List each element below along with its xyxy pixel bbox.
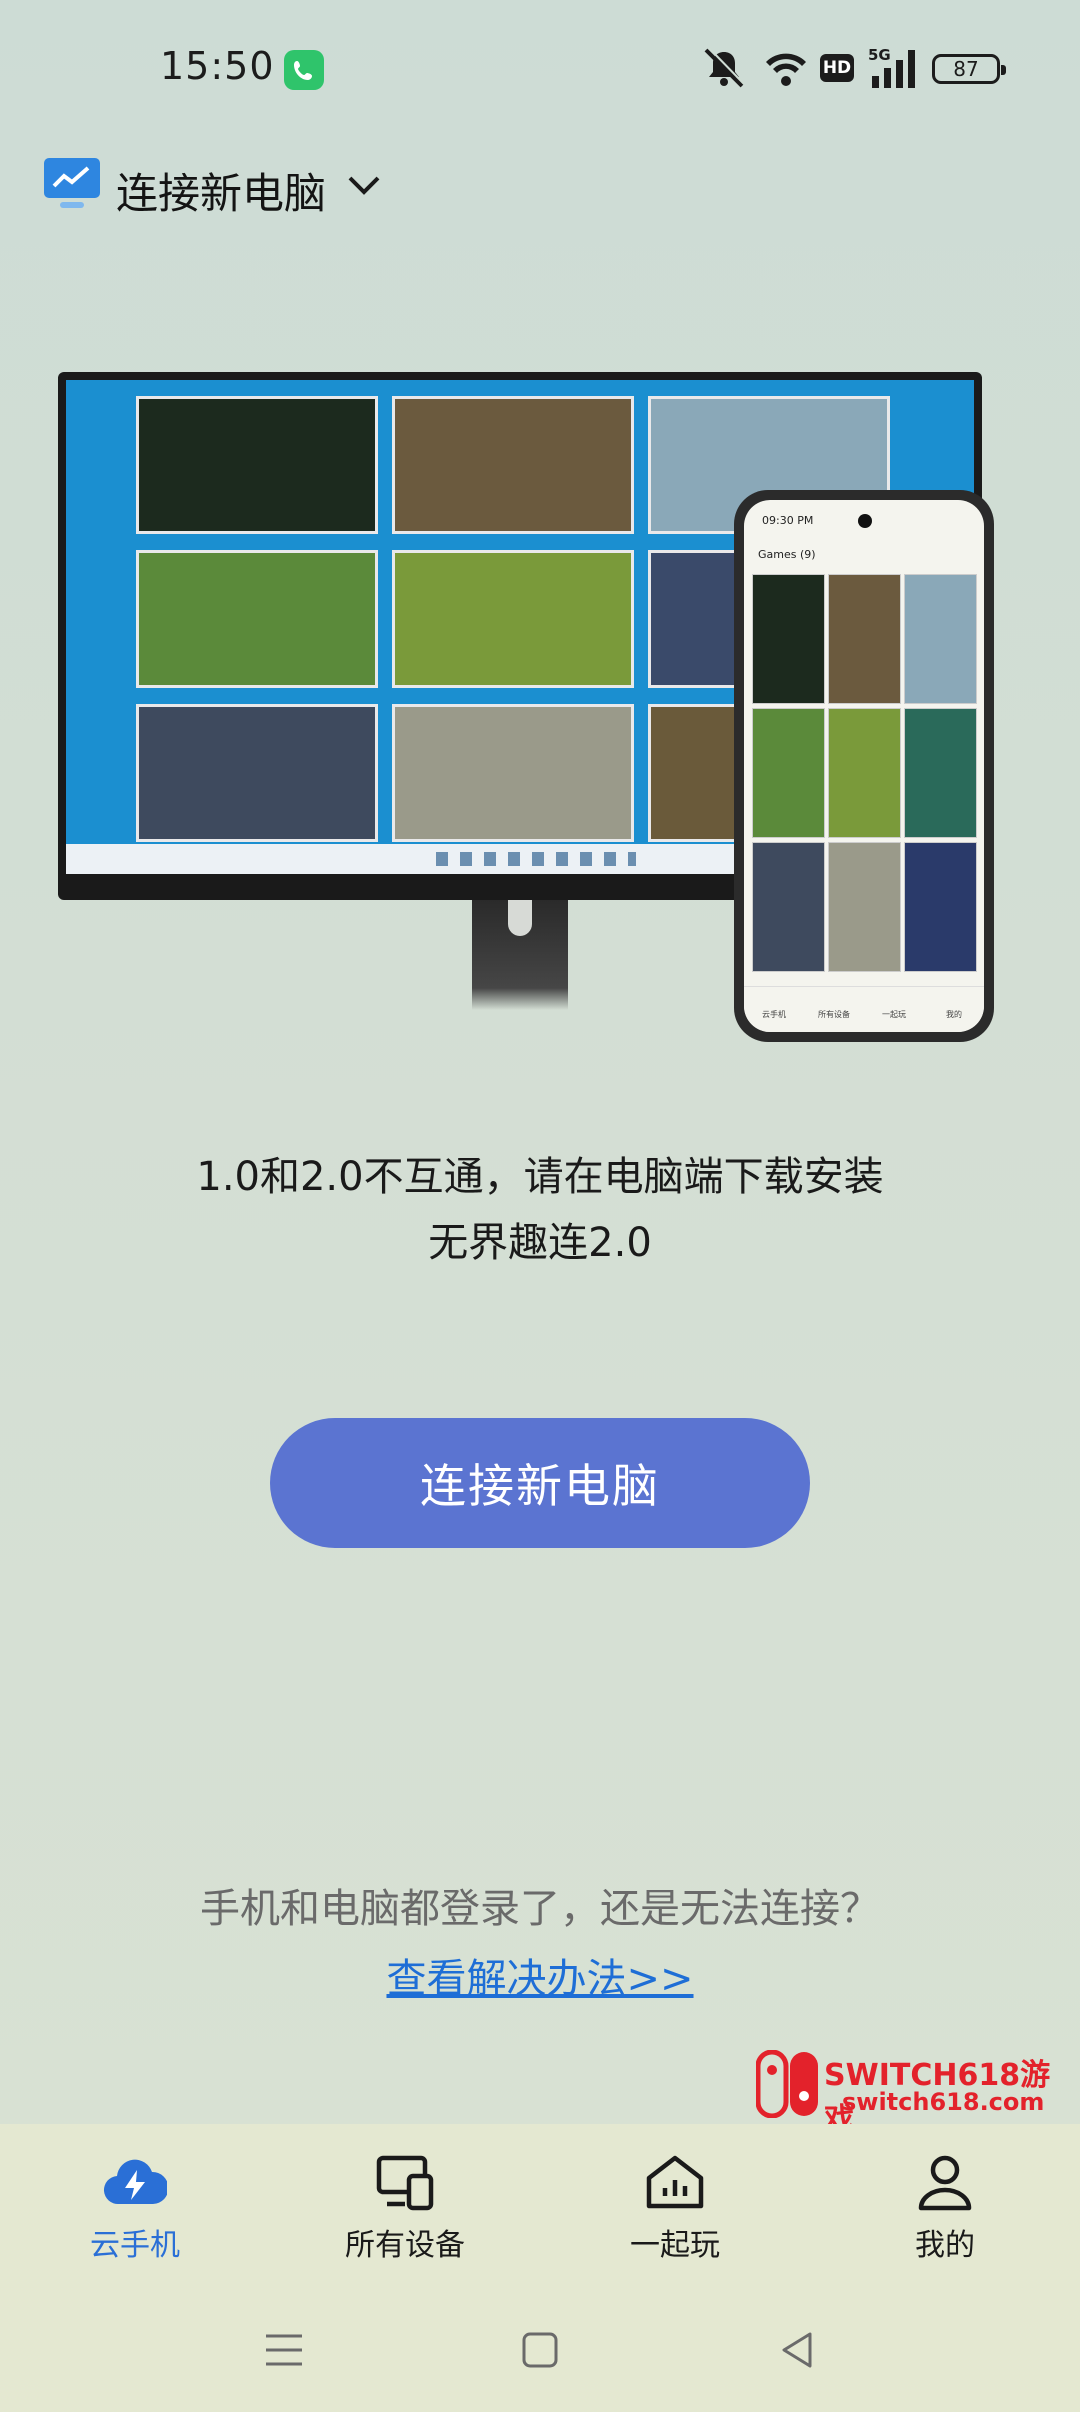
nav-tab-all-devices[interactable]: 所有设备	[305, 2152, 505, 2282]
nav-tab-profile[interactable]: 我的	[845, 2152, 1045, 2282]
cloud-phone-icon	[103, 2159, 167, 2205]
nav-label: 云手机	[90, 2228, 180, 2263]
message-line-1: 1.0和2.0不互通，请在电脑端下载安装	[196, 1154, 884, 1200]
phone-time: 09:30 PM	[762, 514, 814, 527]
header-title: 连接新电脑	[116, 169, 327, 218]
devices-icon	[376, 2155, 434, 2211]
person-icon	[918, 2155, 972, 2211]
home-chart-icon	[646, 2155, 704, 2209]
menu-icon[interactable]	[262, 2328, 306, 2372]
nav-label: 所有设备	[345, 2228, 465, 2263]
wifi-icon	[766, 53, 806, 86]
phone-screen: 09:30 PM Games (9) 云手机 所有设备 一起玩 我的	[744, 500, 984, 1032]
mute-icon	[704, 47, 745, 88]
computer-icon	[44, 158, 100, 208]
phone-nav-item: 所有设备	[818, 1010, 850, 1019]
multi-screen-illustration: 09:30 PM Games (9) 云手机 所有设备 一起玩 我的	[58, 372, 998, 1042]
hd-badge: HD	[820, 54, 854, 82]
bottom-navigation: 云手机 所有设备 一起玩 我的	[0, 2124, 1080, 2302]
signal-icon: 5G	[868, 46, 915, 88]
phone-nav: 云手机 所有设备 一起玩 我的	[744, 986, 984, 1032]
compatibility-message: 1.0和2.0不互通，请在电脑端下载安装 无界趣连2.0	[0, 1144, 1080, 1276]
back-icon[interactable]	[776, 2328, 820, 2372]
connect-new-pc-button[interactable]: 连接新电脑	[270, 1418, 810, 1548]
view-solution-link[interactable]: 查看解决办法>>	[0, 1946, 1080, 2004]
phone-nav-item: 我的	[946, 1010, 962, 1019]
chevron-down-icon[interactable]	[346, 174, 382, 198]
nav-label: 一起玩	[630, 2228, 720, 2263]
watermark-url: switch618.com	[842, 2088, 1045, 2116]
phone-image: 09:30 PM Games (9) 云手机 所有设备 一起玩 我的	[734, 490, 994, 1042]
network-type: 5G	[868, 46, 891, 64]
watermark: SWITCH618游戏 switch618.com	[756, 2048, 1062, 2137]
status-bar: 15:50 HD 5G 87	[0, 0, 1080, 140]
system-navigation-bar	[0, 2302, 1080, 2412]
home-button-icon[interactable]	[518, 2328, 562, 2372]
status-icons: HD 5G 87	[700, 46, 1006, 90]
phone-nav-item: 一起玩	[882, 1010, 906, 1019]
phone-nav-item: 云手机	[762, 1010, 786, 1019]
nav-label: 我的	[915, 2228, 975, 2263]
phone-header: Games (9)	[758, 548, 816, 561]
phone-call-icon	[284, 50, 324, 90]
help-question: 手机和电脑都登录了，还是无法连接？	[200, 1886, 880, 1932]
nav-tab-cloud-phone[interactable]: 云手机	[35, 2152, 235, 2282]
status-time: 15:50	[160, 44, 275, 88]
message-line-2: 无界趣连2.0	[428, 1220, 652, 1266]
battery-indicator: 87	[932, 54, 1006, 84]
nav-tab-play-together[interactable]: 一起玩	[575, 2152, 775, 2282]
device-selector[interactable]: 连接新电脑	[44, 156, 604, 218]
switch-logo-icon	[756, 2050, 818, 2118]
